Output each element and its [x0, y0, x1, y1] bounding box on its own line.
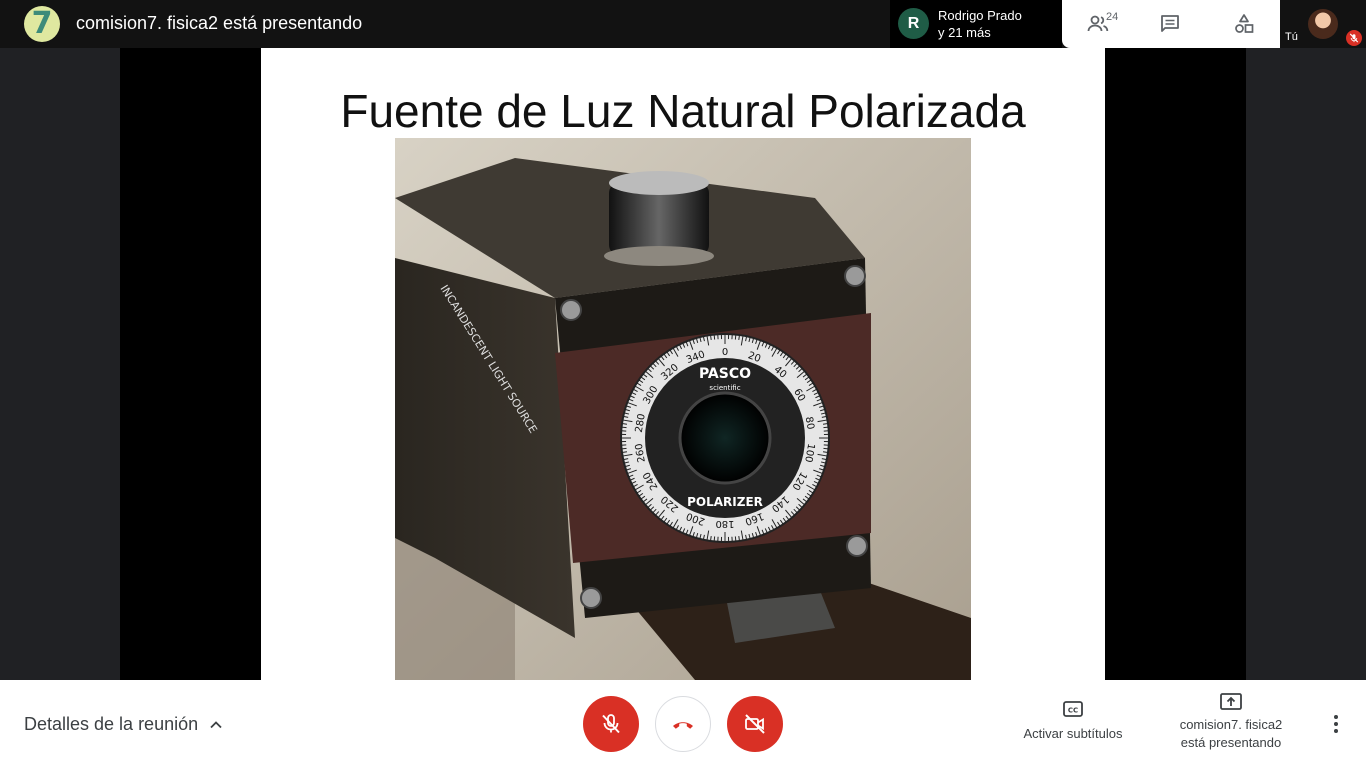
dial-tick	[734, 536, 737, 542]
meeting-tools: 24	[1062, 0, 1280, 48]
activities-icon	[1235, 14, 1254, 33]
camera-off-icon	[745, 714, 765, 734]
participant-tile[interactable]: R Rodrigo Prado y 21 más	[890, 0, 1062, 48]
dial-tick	[621, 451, 628, 453]
dial-tick	[823, 426, 829, 429]
dial-tick	[621, 447, 627, 450]
presenting-title: comision7. fisica2 está presentando	[76, 13, 363, 33]
photo-brand-sub: scientific	[709, 384, 740, 392]
dial-tick	[822, 451, 829, 453]
chevron-up-icon	[210, 720, 222, 728]
camera-toggle-button[interactable]	[727, 696, 783, 752]
slide-title: Fuente de Luz Natural Polarizada	[340, 85, 1026, 137]
chat-button[interactable]	[1134, 0, 1206, 48]
light-source-illustration: 0 204060801001201401601802002202402602803…	[395, 138, 971, 680]
participant-name-line1: Rodrigo Prado	[938, 8, 1022, 23]
mic-off-badge-icon	[1346, 30, 1362, 46]
chat-icon	[1161, 15, 1179, 32]
dial-tick	[823, 447, 829, 450]
self-tile[interactable]: Tú	[1280, 0, 1366, 48]
participant-name: Rodrigo Prado y 21 más	[938, 7, 1022, 41]
present-screen-icon	[1220, 693, 1242, 710]
logo-text: 7	[31, 6, 53, 41]
dial-tick	[710, 334, 712, 341]
self-label: Tú	[1285, 31, 1298, 43]
top-bar: 7 comision7. fisica2 está presentando R …	[0, 0, 1366, 48]
dial-tick	[738, 334, 740, 341]
mic-off-icon	[602, 714, 620, 734]
bottom-bar: Detalles de la reunión CC Activar subtít…	[0, 680, 1366, 768]
microphone-toggle-button[interactable]	[583, 696, 639, 752]
photo-brand: PASCO	[699, 366, 751, 382]
dial-tick	[621, 426, 627, 429]
dial-number: 0	[722, 347, 728, 358]
self-avatar	[1308, 9, 1338, 39]
presenting-line2: está presentando	[1180, 735, 1282, 750]
presentation-stage: Fuente de Luz Natural Polarizada 0 20 40…	[120, 48, 1246, 680]
closed-captions-icon: CC	[1063, 701, 1083, 717]
leave-call-button[interactable]	[655, 696, 711, 752]
meeting-logo: 7	[24, 6, 60, 42]
dial-tick	[734, 334, 737, 340]
people-button[interactable]: 24	[1062, 0, 1134, 48]
dial-tick	[710, 535, 712, 542]
dial-tick	[713, 536, 716, 542]
dial-tick	[822, 423, 829, 425]
captions-button[interactable]: CC Activar subtítulos	[1008, 700, 1138, 741]
dial-number: 180	[715, 518, 734, 529]
dial-tick	[621, 423, 628, 425]
meeting-details-button[interactable]: Detalles de la reunión	[24, 714, 224, 735]
hang-up-icon	[673, 722, 693, 729]
participant-name-line2: y 21 más	[938, 25, 991, 40]
light-source-photo: 0 20 40 60 80 100 120 140 160 180 200 220 240 260 280 3…	[395, 138, 971, 680]
dial-tick	[738, 535, 740, 542]
more-options-button[interactable]	[1322, 710, 1350, 738]
activities-button[interactable]	[1208, 0, 1280, 48]
presenting-button[interactable]: comision7. fisica2 está presentando	[1166, 692, 1296, 752]
captions-label: Activar subtítulos	[1023, 726, 1123, 741]
shared-slide: Fuente de Luz Natural Polarizada 0 20 40…	[261, 48, 1105, 680]
presenting-line1: comision7. fisica2	[1179, 717, 1283, 732]
photo-dial-label: POLARIZER	[687, 495, 763, 509]
meeting-details-label: Detalles de la reunión	[24, 714, 199, 734]
dial-tick	[713, 334, 716, 340]
more-vert-icon	[1334, 715, 1338, 733]
participants-count: 24	[1106, 11, 1119, 23]
dial-number: 80	[803, 416, 816, 430]
svg-text:CC: CC	[1068, 707, 1078, 715]
avatar: R	[898, 8, 929, 39]
